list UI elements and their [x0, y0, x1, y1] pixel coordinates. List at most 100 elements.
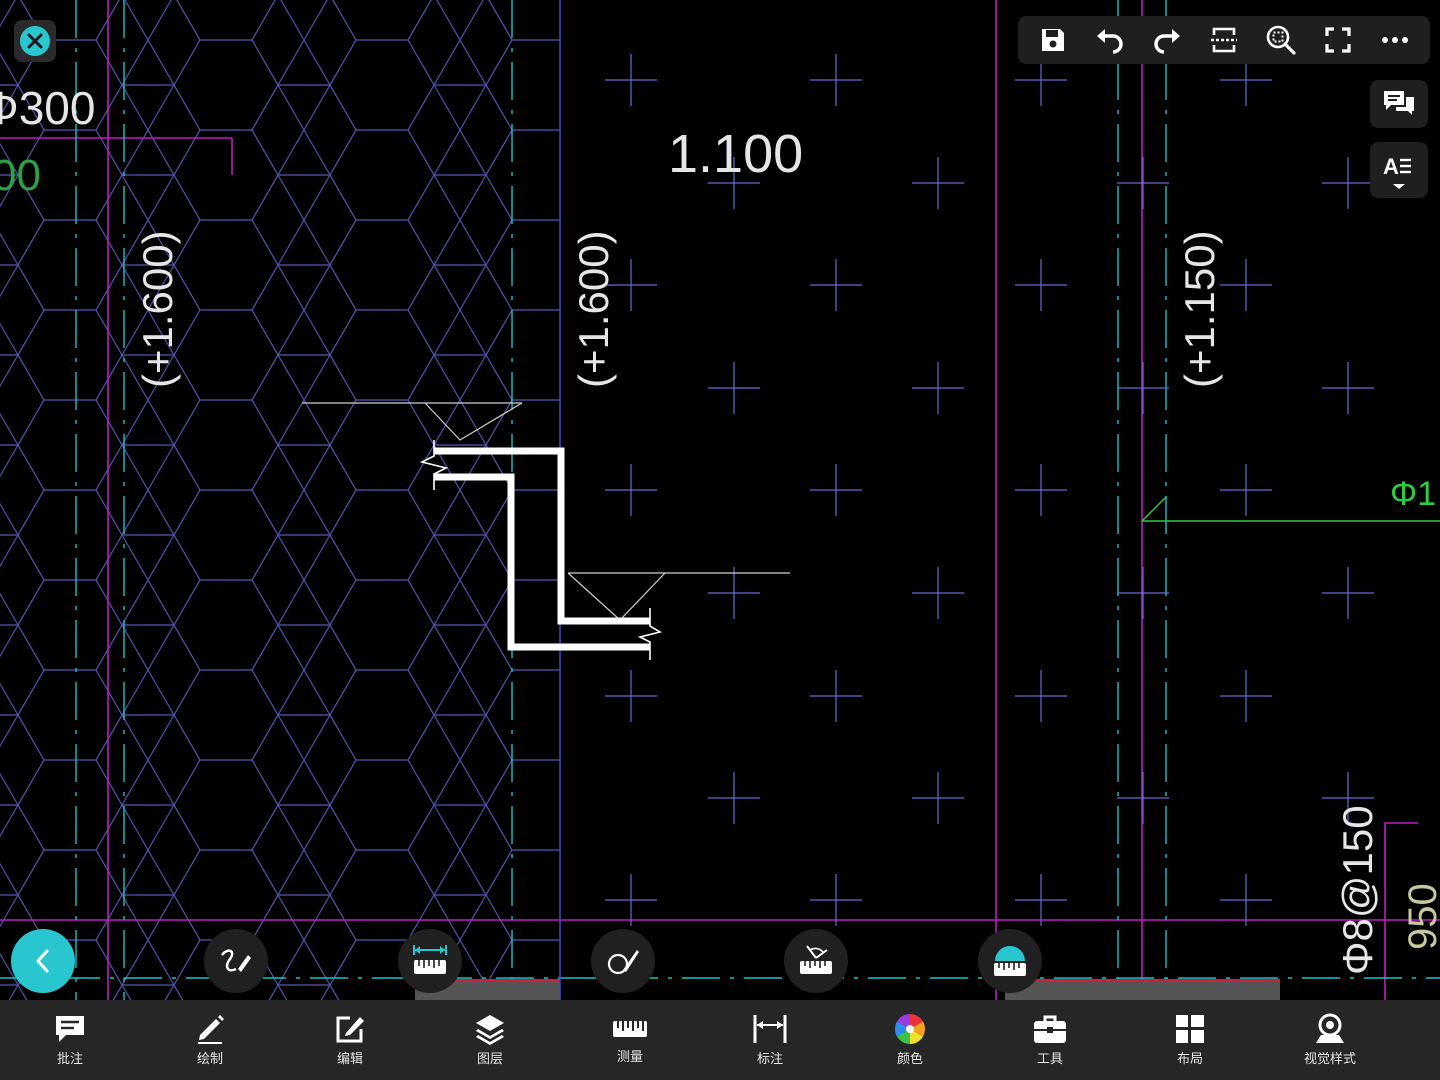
grid-plus-marker	[1117, 157, 1169, 209]
comments-button[interactable]	[1370, 80, 1428, 128]
dimension-icon	[753, 1015, 787, 1043]
area-measure-button[interactable]	[978, 929, 1042, 993]
undo-button[interactable]	[1088, 18, 1132, 62]
visual-style-icon	[1316, 1013, 1344, 1043]
elevation-right-text: (+1.150)	[1176, 230, 1223, 388]
dimension-text: 950	[1401, 883, 1440, 950]
grid-plus-marker	[1220, 670, 1272, 722]
grid-plus-marker	[605, 670, 657, 722]
elevation-center-text: (+1.600)	[570, 230, 617, 388]
region-select-icon	[1210, 27, 1237, 53]
svg-text:A: A	[1383, 154, 1399, 179]
grid-plus-marker	[1015, 670, 1067, 722]
grid-plus-marker	[1322, 362, 1374, 414]
bottom-strip-right	[1005, 980, 1280, 1000]
text-style-button[interactable]: A	[1370, 142, 1428, 198]
elevation-left-text: (+1.600)	[134, 230, 181, 388]
grid-plus-marker	[912, 772, 964, 824]
text-style-icon: A	[1383, 154, 1411, 189]
grid-plus-marker	[708, 567, 760, 619]
more-button[interactable]	[1373, 18, 1417, 62]
chevron-left-icon	[36, 949, 49, 973]
grid-plus-marker	[810, 874, 862, 926]
bottom-item-measure[interactable]: 测量	[560, 1000, 700, 1080]
area-measure-icon	[994, 946, 1026, 976]
spacing-text: Φ300	[0, 82, 95, 134]
grid-plus-marker	[810, 670, 862, 722]
color-wheel-icon	[894, 1014, 926, 1044]
grid-plus-marker	[1117, 567, 1169, 619]
bottom-item-layout[interactable]: 布局	[1120, 1000, 1260, 1080]
elevation-text: 1.100	[668, 124, 803, 184]
grid-plus-marker	[1322, 567, 1374, 619]
close-button[interactable]	[14, 20, 56, 62]
grid-plus-marker	[605, 874, 657, 926]
brush-icon	[607, 950, 639, 975]
grid-plus-marker	[810, 259, 862, 311]
pencil-icon	[198, 1015, 224, 1044]
grid-plus-marker	[708, 362, 760, 414]
grid-plus-marker	[605, 54, 657, 106]
fullscreen-icon	[1325, 27, 1351, 53]
grid-plus-marker	[1220, 464, 1272, 516]
bottom-item-layers[interactable]: 图层	[420, 1000, 560, 1080]
back-button[interactable]	[11, 929, 75, 993]
redo-icon	[1154, 29, 1180, 54]
grid-plus-marker	[1117, 362, 1169, 414]
toolbox-icon	[1034, 1015, 1066, 1043]
bottom-item-draw[interactable]: 绘制	[140, 1000, 280, 1080]
linear-measure-icon	[413, 945, 447, 974]
ruler-icon	[613, 1021, 647, 1037]
region-select-button[interactable]	[1202, 18, 1246, 62]
bottom-item-annotation[interactable]: 批注	[0, 1000, 140, 1080]
grid-plus-marker	[708, 772, 760, 824]
grid-plus-marker	[1015, 464, 1067, 516]
linear-measure-button[interactable]	[398, 929, 462, 993]
grid-plus-marker	[1117, 772, 1169, 824]
cad-drawing-canvas[interactable]: Φ300 00 1.100 (+1.600) (+1.600) (+1.150)…	[0, 0, 1440, 1000]
zoom-extent-icon	[1266, 25, 1296, 55]
brush-button[interactable]	[591, 929, 655, 993]
grid-plus-marker	[810, 54, 862, 106]
bottom-item-edit[interactable]: 编辑	[280, 1000, 420, 1080]
freehand-draw-icon	[221, 949, 251, 972]
comments-icon	[1384, 91, 1414, 115]
layout-icon	[1176, 1015, 1204, 1043]
grid-plus-marker	[912, 567, 964, 619]
bottom-item-label: 视觉样式	[1303, 1052, 1356, 1067]
grid-plus-marker	[1015, 259, 1067, 311]
hex-hatch-region	[0, 0, 560, 1000]
bottom-item-label: 工具	[1036, 1052, 1063, 1067]
rebar-text: Φ8@150	[1334, 805, 1381, 975]
edit-icon	[336, 1016, 364, 1043]
grid-plus-marker	[1220, 259, 1272, 311]
freehand-draw-button[interactable]	[204, 929, 268, 993]
bottom-item-dimension[interactable]: 标注	[700, 1000, 840, 1080]
save-button[interactable]	[1031, 18, 1075, 62]
bottom-item-tools[interactable]: 工具	[980, 1000, 1120, 1080]
bottom-item-visual-style[interactable]: 视觉样式	[1260, 1000, 1400, 1080]
grid-plus-marker	[912, 157, 964, 209]
top-toolbar	[1018, 16, 1430, 64]
bottom-item-label: 绘制	[196, 1052, 223, 1067]
zoom-extent-button[interactable]	[1259, 18, 1303, 62]
green-mark-text: Φ1	[1390, 475, 1436, 513]
redo-button[interactable]	[1145, 18, 1189, 62]
fullscreen-button[interactable]	[1316, 18, 1360, 62]
grid-plus-marker	[1015, 874, 1067, 926]
angle-measure-icon	[800, 945, 832, 974]
bottom-item-label: 布局	[1176, 1052, 1203, 1067]
bottom-item-label: 编辑	[336, 1052, 363, 1067]
undo-icon	[1096, 29, 1123, 54]
bottom-item-label: 标注	[756, 1052, 783, 1067]
bottom-item-label: 图层	[476, 1052, 503, 1067]
grid-plus-marker	[912, 362, 964, 414]
bottom-item-label: 批注	[56, 1052, 83, 1067]
layers-icon	[476, 1015, 504, 1045]
bottom-item-label: 测量	[616, 1050, 643, 1065]
angle-measure-button[interactable]	[784, 929, 848, 993]
bottom-item-color[interactable]: 颜色	[840, 1000, 980, 1080]
grid-plus-marker	[605, 464, 657, 516]
grid-plus-marker	[1220, 874, 1272, 926]
annotation-icon	[56, 1016, 84, 1042]
